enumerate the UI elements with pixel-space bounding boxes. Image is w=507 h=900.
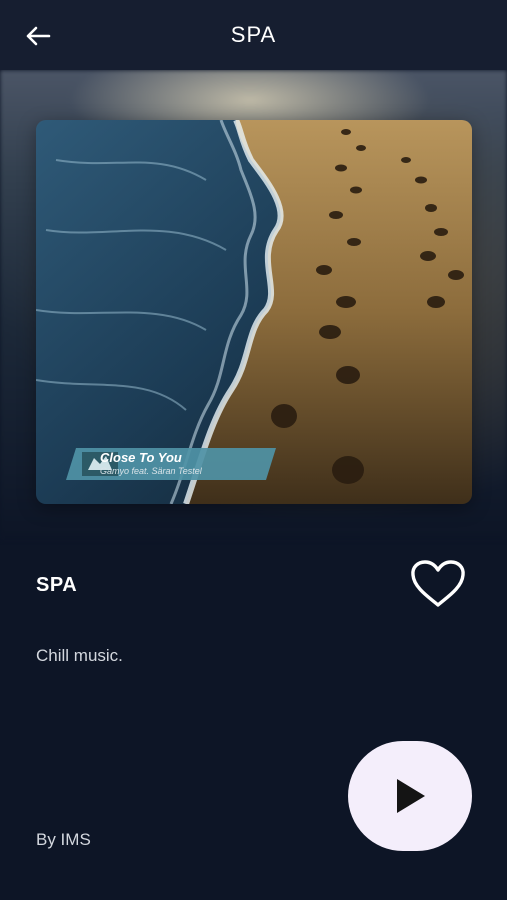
playlist-screen: SPA Close To You Gamyo feat. Säran Teste… [0, 0, 507, 900]
album-artwork [36, 120, 472, 504]
page-title: SPA [230, 22, 277, 47]
favorite-button[interactable] [408, 558, 468, 610]
top-app-bar: SPA [0, 0, 507, 70]
album-banner-title: Close To You [100, 450, 182, 465]
playlist-name: SPA [36, 574, 78, 596]
heart-outline-icon [411, 560, 465, 607]
playlist-description: Chill music. [36, 646, 123, 665]
album-banner-subtitle: Gamyo feat. Säran Testel [100, 466, 202, 476]
play-button[interactable] [348, 741, 472, 851]
playlist-author: By IMS [36, 830, 91, 849]
play-icon [397, 779, 425, 813]
